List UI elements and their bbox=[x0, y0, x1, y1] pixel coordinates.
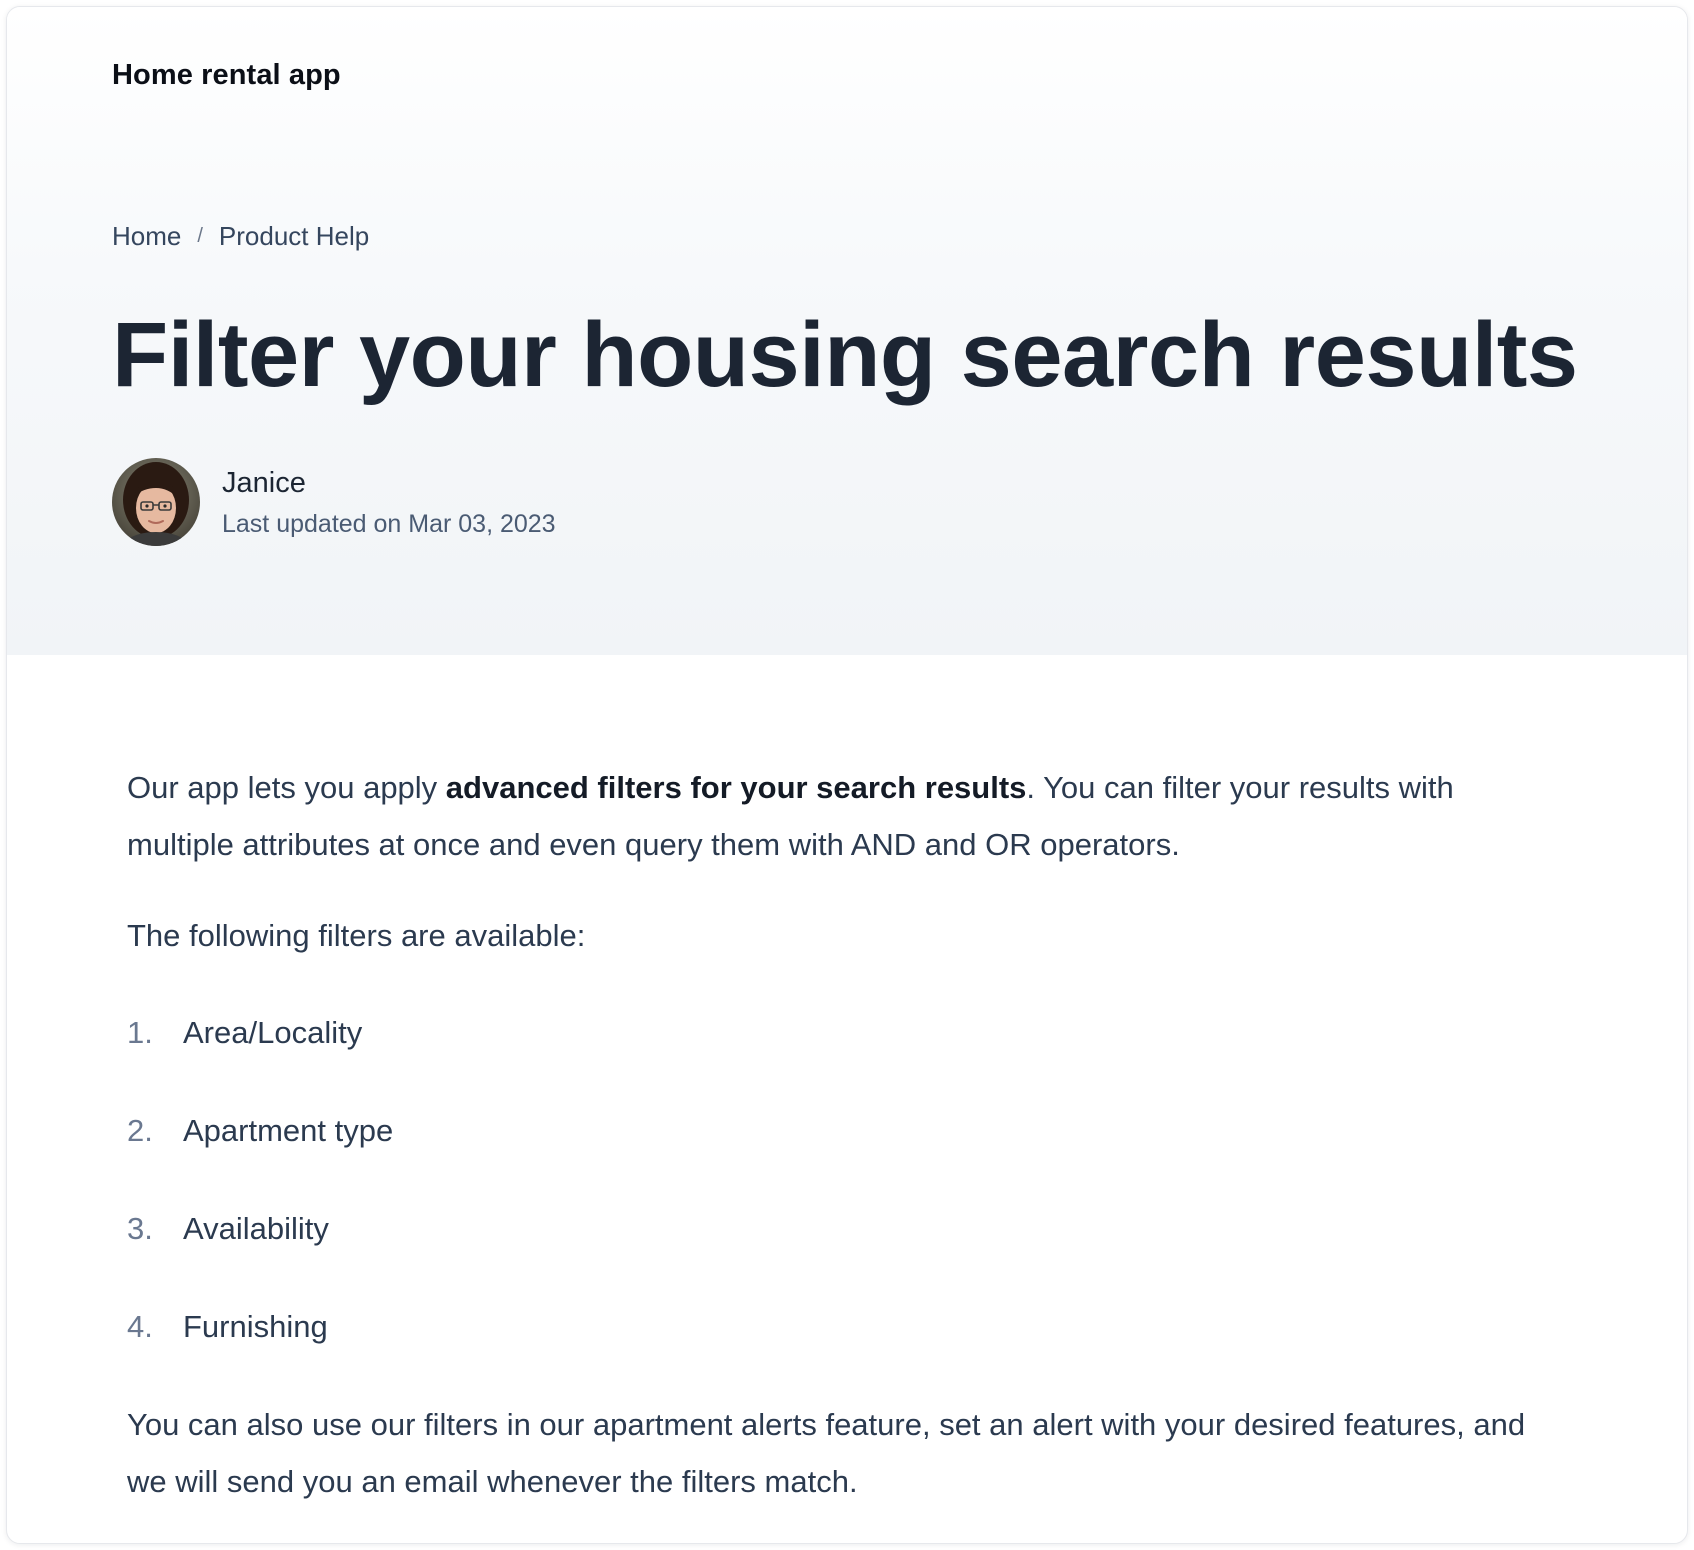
list-item-label: Availability bbox=[183, 1210, 329, 1246]
app-brand[interactable]: Home rental app bbox=[112, 59, 341, 92]
author-name[interactable]: Janice bbox=[222, 465, 556, 501]
outro-paragraph: You can also use our filters in our apar… bbox=[127, 1407, 1526, 1499]
filters-list: 1. Area/Locality 2. Apartment type 3. Av… bbox=[127, 1004, 1547, 1355]
list-item-label: Furnishing bbox=[183, 1308, 328, 1344]
intro-text-before: Our app lets you apply bbox=[127, 770, 446, 805]
list-item: 2. Apartment type bbox=[127, 1102, 1547, 1159]
list-item-number: 1. bbox=[127, 1014, 153, 1050]
article-body: Our app lets you apply advanced filters … bbox=[127, 759, 1547, 1510]
list-item-number: 3. bbox=[127, 1210, 153, 1246]
list-item-number: 2. bbox=[127, 1112, 153, 1148]
list-item: 3. Availability bbox=[127, 1200, 1547, 1257]
avatar bbox=[112, 458, 200, 546]
intro-paragraph: Our app lets you apply advanced filters … bbox=[127, 759, 1547, 873]
author-info: Janice Last updated on Mar 03, 2023 bbox=[222, 465, 556, 539]
list-item-number: 4. bbox=[127, 1308, 153, 1344]
list-item-label: Area/Locality bbox=[183, 1014, 363, 1050]
article-card: Home rental app Home / Product Help Filt… bbox=[6, 6, 1688, 1544]
author-block: Janice Last updated on Mar 03, 2023 bbox=[112, 458, 556, 546]
avatar-photo-icon bbox=[112, 458, 200, 546]
filters-lead: The following filters are available: bbox=[127, 918, 586, 953]
breadcrumb-separator: / bbox=[197, 225, 203, 247]
article-hero: Home rental app Home / Product Help Filt… bbox=[7, 7, 1687, 655]
last-updated: Last updated on Mar 03, 2023 bbox=[222, 510, 556, 538]
intro-bold-text: advanced filters for your search results bbox=[445, 770, 1027, 805]
breadcrumb: Home / Product Help bbox=[112, 221, 369, 252]
list-item: 4. Furnishing bbox=[127, 1298, 1547, 1355]
list-item-label: Apartment type bbox=[183, 1112, 394, 1148]
breadcrumb-product-help-link[interactable]: Product Help bbox=[219, 221, 369, 252]
page-title: Filter your housing search results bbox=[112, 304, 1578, 406]
list-item: 1. Area/Locality bbox=[127, 1004, 1547, 1061]
breadcrumb-home-link[interactable]: Home bbox=[112, 221, 181, 252]
